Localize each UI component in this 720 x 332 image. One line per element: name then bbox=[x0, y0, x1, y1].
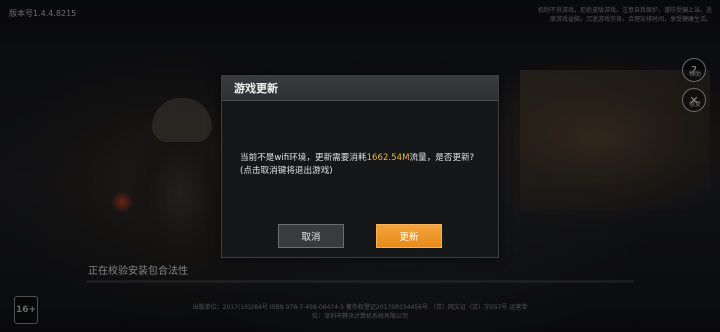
cancel-button[interactable]: 取消 bbox=[278, 224, 344, 248]
dialog-title: 游戏更新 bbox=[234, 82, 278, 95]
message-prefix: 当前不是wifi环境，更新需要消耗 bbox=[240, 153, 367, 163]
download-size: 1662.54M bbox=[366, 153, 410, 163]
update-dialog: 游戏更新 当前不是wifi环境，更新需要消耗1662.54M流量，是否更新?(点… bbox=[221, 75, 499, 258]
dialog-header: 游戏更新 bbox=[222, 76, 498, 101]
update-button[interactable]: 更新 bbox=[376, 224, 442, 248]
dialog-message: 当前不是wifi环境，更新需要消耗1662.54M流量，是否更新?(点击取消键将… bbox=[240, 152, 486, 178]
